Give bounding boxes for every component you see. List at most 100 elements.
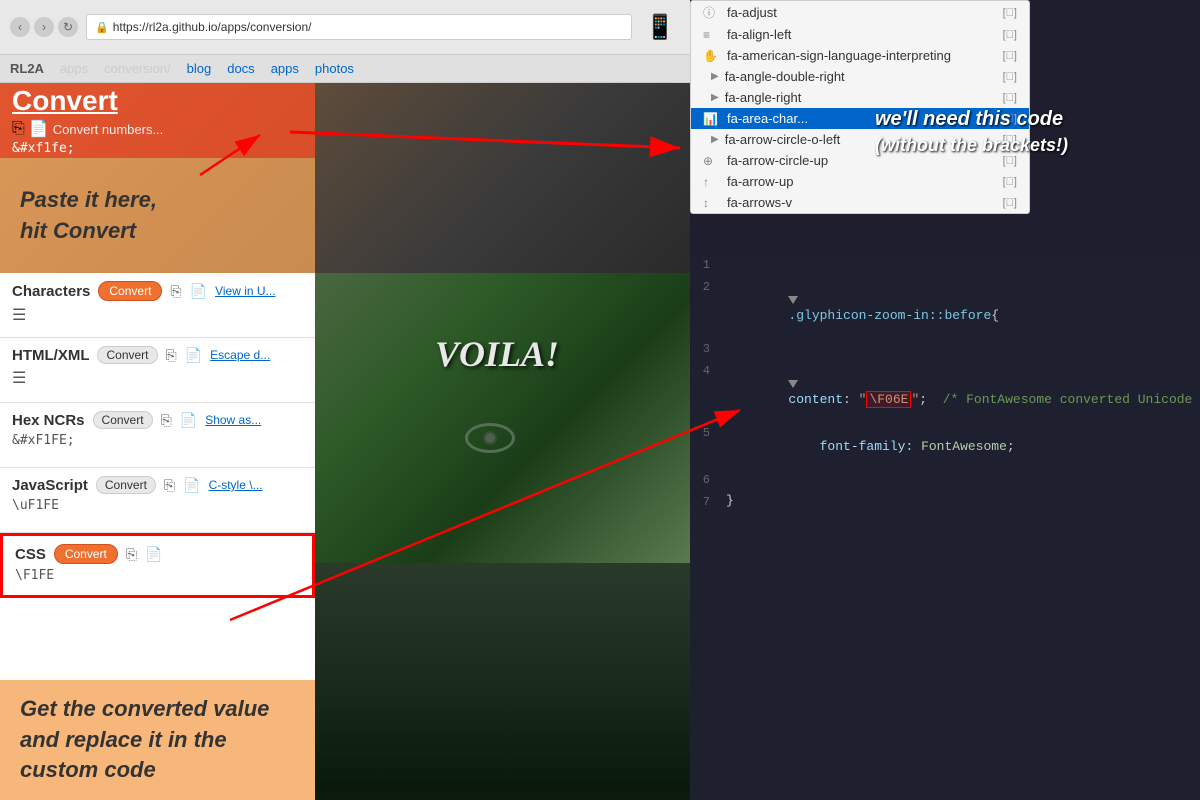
dropdown-icon-fa-arrow-circle-up: ⊕ <box>703 154 721 168</box>
css-label: CSS <box>15 546 46 563</box>
nav-separator: apps <box>60 61 88 76</box>
dropdown-arrow-fa-angle-double: ▶ <box>711 71 719 82</box>
line-content-2: .glyphicon-zoom-in::before{ <box>720 278 1200 338</box>
tool-header: Convert ⎘ 📄 Convert numbers... &#xf1fe; <box>0 83 315 158</box>
tool-input-area: ⎘ 📄 Convert numbers... <box>12 119 303 139</box>
left-panel: ‹ › ↻ 🔒 https://rl2a.github.io/apps/conv… <box>0 0 690 800</box>
css-copy-icon[interactable]: ⎘ <box>126 546 137 563</box>
nav-bar: RL2A apps conversion/ blog docs apps pho… <box>0 55 690 83</box>
hexncrs-copy-icon[interactable]: ⎘ <box>161 412 172 429</box>
dropdown-code-fa-angle-right: [] <box>1003 92 1017 104</box>
dropdown-item-fa-angle-double-right[interactable]: ▶ fa-angle-double-right [] <box>691 66 1029 87</box>
code-line-4: 4 content: "\F06E"; /* FontAwesome conve… <box>690 361 1200 423</box>
htmlxml-section: HTML/XML Convert ⎘ 📄 Escape d... ☰ <box>0 338 315 403</box>
bg-image-middle: VOILA! <box>315 273 690 563</box>
right-panel: ⓘ fa-adjust [] ≡ fa-align-left [] ✋ fa… <box>690 0 1200 800</box>
we-need-code-text: we'll need this code <box>875 105 1068 133</box>
content-value: "\F06E" <box>859 391 920 408</box>
javascript-section: JavaScript Convert ⎘ 📄 C-style \... \uF1… <box>0 468 315 533</box>
characters-view-link[interactable]: View in U... <box>215 284 275 298</box>
line-content-5: font-family: FontAwesome; <box>720 424 1200 469</box>
dropdown-name-fa-arrow-up: fa-arrow-up <box>727 174 997 189</box>
css-value: \F1FE <box>15 568 300 583</box>
dropdown-icon-fa-arrows-v: ↕ <box>703 196 721 210</box>
address-bar[interactable]: 🔒 https://rl2a.github.io/apps/conversion… <box>86 14 632 40</box>
collapse-triangle-4[interactable] <box>788 380 798 388</box>
hexncrs-value: &#xF1FE; <box>12 433 303 448</box>
dropdown-code-fa-arrows-v: [] <box>1003 197 1017 209</box>
css-selector: .glyphicon-zoom-in::before <box>788 308 991 323</box>
dropdown-code-fa-adjust: [] <box>1003 7 1017 19</box>
characters-value: ☰ <box>12 305 303 324</box>
code-line-3: 3 <box>690 339 1200 361</box>
hexncrs-file-icon[interactable]: 📄 <box>180 412 197 429</box>
htmlxml-convert-button[interactable]: Convert <box>97 346 157 364</box>
code-line-6: 6 <box>690 470 1200 492</box>
dropdown-name-fa-arrows-v: fa-arrows-v <box>727 195 997 210</box>
dropdown-item-fa-arrow-up[interactable]: ↑ fa-arrow-up [] <box>691 171 1029 192</box>
hexncrs-convert-button[interactable]: Convert <box>93 411 153 429</box>
dropdown-item-fa-american[interactable]: ✋ fa-american-sign-language-interpreting… <box>691 45 1029 66</box>
forward-button[interactable]: › <box>34 17 54 37</box>
tool-title: Convert <box>12 85 303 117</box>
lock-icon: 🔒 <box>95 21 109 34</box>
dropdown-name-fa-american: fa-american-sign-language-interpreting <box>727 48 997 63</box>
dropdown-item-fa-align-left[interactable]: ≡ fa-align-left [] <box>691 24 1029 45</box>
dropdown-code-fa-arrow-up: [] <box>1003 176 1017 188</box>
copy-icon-header[interactable]: ⎘ <box>12 120 25 138</box>
hexncrs-view-link[interactable]: Show as... <box>205 413 261 427</box>
voila-text: VOILA! <box>435 333 559 375</box>
code-line-2: 2 .glyphicon-zoom-in::before{ <box>690 277 1200 339</box>
nav-photos[interactable]: photos <box>315 61 354 76</box>
nav-docs[interactable]: docs <box>227 61 254 76</box>
htmlxml-file-icon[interactable]: 📄 <box>185 347 202 364</box>
refresh-button[interactable]: ↻ <box>58 17 78 37</box>
code-line-1: 1 <box>690 255 1200 277</box>
javascript-file-icon[interactable]: 📄 <box>183 477 200 494</box>
css-file-icon[interactable]: 📄 <box>145 546 162 563</box>
dropdown-item-fa-arrows-v[interactable]: ↕ fa-arrows-v [] <box>691 192 1029 213</box>
annotation-text: Paste it here, hit Convert <box>20 185 157 247</box>
characters-convert-button[interactable]: Convert <box>98 281 162 301</box>
dropdown-name-fa-angle-right: fa-angle-right <box>725 90 997 105</box>
file-icon-header[interactable]: 📄 <box>29 119 49 139</box>
javascript-view-link[interactable]: C-style \... <box>209 478 263 492</box>
css-convert-button[interactable]: Convert <box>54 544 118 564</box>
hexncrs-header: Hex NCRs Convert ⎘ 📄 Show as... <box>12 411 303 429</box>
htmlxml-view-link[interactable]: Escape d... <box>210 348 270 362</box>
dropdown-icon-fa-american: ✋ <box>703 49 721 63</box>
back-button[interactable]: ‹ <box>10 17 30 37</box>
collapse-triangle-2[interactable] <box>788 296 798 304</box>
bottom-annotation-text: Get the converted valueand replace it in… <box>20 694 295 786</box>
javascript-copy-icon[interactable]: ⎘ <box>164 477 175 494</box>
javascript-convert-button[interactable]: Convert <box>96 476 156 494</box>
javascript-header: JavaScript Convert ⎘ 📄 C-style \... <box>12 476 303 494</box>
nav-apps[interactable]: apps <box>271 61 299 76</box>
nav-blog[interactable]: blog <box>187 61 212 76</box>
line-number-2: 2 <box>690 278 720 294</box>
dropdown-icon-fa-arrow-up: ↑ <box>703 175 721 189</box>
main-content: VOILA! Convert ⎘ 📄 Convert numbers... &#… <box>0 83 690 800</box>
line-number-5: 5 <box>690 424 720 440</box>
characters-copy-icon[interactable]: ⎘ <box>170 283 181 300</box>
javascript-label: JavaScript <box>12 477 88 494</box>
bg-image-bottom <box>315 563 690 800</box>
line-number-4: 4 <box>690 362 720 378</box>
hexncrs-section: Hex NCRs Convert ⎘ 📄 Show as... &#xF1FE; <box>0 403 315 468</box>
dropdown-icon-fa-area-chart: 📊 <box>703 112 721 126</box>
htmlxml-icon: ☰ <box>12 368 26 387</box>
dropdown-item-fa-adjust[interactable]: ⓘ fa-adjust [] <box>691 1 1029 24</box>
dropdown-code-fa-american: [] <box>1003 50 1017 62</box>
htmlxml-copy-icon[interactable]: ⎘ <box>166 347 177 364</box>
dropdown-name-fa-align-left: fa-align-left <box>727 27 997 42</box>
browser-nav-buttons: ‹ › ↻ <box>10 17 78 37</box>
dropdown-name-fa-adjust: fa-adjust <box>727 5 997 20</box>
code-line-7: 7 } <box>690 492 1200 514</box>
hexncrs-label: Hex NCRs <box>12 412 85 429</box>
dropdown-code-fa-align-left: [] <box>1003 29 1017 41</box>
url-text: https://rl2a.github.io/apps/conversion/ <box>113 20 312 34</box>
characters-file-icon[interactable]: 📄 <box>190 283 207 300</box>
dropdown-code-fa-angle-double-right: [] <box>1003 71 1017 83</box>
css-header: CSS Convert ⎘ 📄 <box>15 544 300 564</box>
content-property: content <box>788 392 843 407</box>
